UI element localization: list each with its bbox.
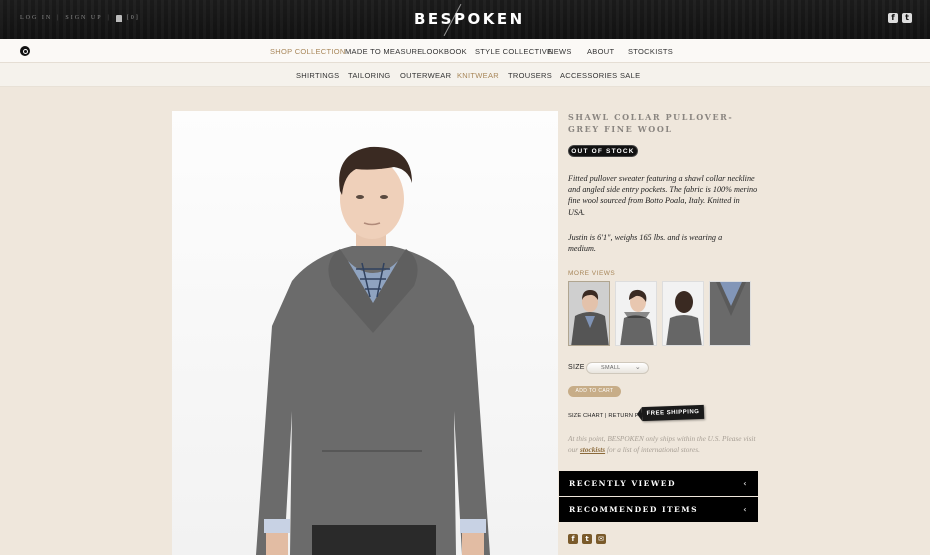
site-logo[interactable]: BESPOKEN (414, 10, 525, 28)
search-icon[interactable] (20, 46, 30, 56)
nav-item[interactable]: ABOUT (587, 47, 614, 56)
nav-item[interactable]: SALE (620, 71, 640, 80)
size-chart-link[interactable]: SIZE CHART (568, 413, 603, 419)
product-details: SHAWL COLLAR PULLOVER- GREY FINE WOOL OU… (568, 111, 758, 454)
email-icon[interactable]: ✉ (596, 534, 606, 544)
nav-item[interactable]: TAILORING (348, 71, 391, 80)
nav-item[interactable]: MADE TO MEASURE (345, 47, 423, 56)
product-title: SHAWL COLLAR PULLOVER- GREY FINE WOOL (568, 112, 734, 134)
nav-item[interactable]: NEWS (548, 47, 572, 56)
separator: | (57, 14, 61, 21)
social-share: f t ✉ (568, 534, 606, 544)
chevron-down-icon: ⌄ (634, 364, 641, 371)
size-select[interactable]: SMALL ⌄ (586, 362, 649, 374)
top-bar: LOG IN | SIGN UP | [0] BESPOKEN f t (0, 0, 930, 39)
twitter-icon[interactable]: t (582, 534, 592, 544)
free-shipping-badge: FREE SHIPPING (641, 404, 705, 422)
facebook-icon[interactable]: f (888, 13, 898, 23)
add-to-cart-button[interactable]: ADD TO CART (568, 386, 621, 397)
link-separator: | (604, 413, 607, 419)
nav-item[interactable]: STYLE COLLECTIVE (475, 47, 552, 56)
secondary-nav: SHIRTINGS TAILORING OUTERWEAR KNITWEAR TROUS… (0, 63, 930, 87)
twitter-icon[interactable]: t (902, 13, 912, 23)
shopping-bag-icon[interactable] (115, 15, 122, 22)
facebook-icon[interactable]: f (568, 534, 578, 544)
account-links: LOG IN | SIGN UP | [0] (20, 14, 140, 22)
nav-item[interactable]: OUTERWEAR (400, 71, 451, 80)
thumbnail-back[interactable] (662, 281, 704, 346)
shipping-note-text-end: for a list of international stores. (605, 445, 700, 454)
nav-item[interactable]: ACCESSORIES (560, 71, 617, 80)
signup-link[interactable]: SIGN UP (65, 15, 102, 21)
product-description: Fitted pullover sweater featuring a shaw… (568, 174, 758, 217)
login-link[interactable]: LOG IN (20, 15, 52, 21)
thumbnail-front[interactable] (568, 281, 610, 346)
primary-nav: SHOP COLLECTION MADE TO MEASURE LOOKBOOK ST… (0, 39, 930, 63)
recommended-items-accordion[interactable]: RECOMMENDED ITEMS ‹ (559, 497, 758, 522)
cart-count[interactable]: [0] (127, 15, 140, 21)
recently-viewed-accordion[interactable]: RECENTLY VIEWED ‹ (559, 471, 758, 496)
social-links-top: f t (888, 13, 912, 23)
thumbnail-detail[interactable] (709, 281, 751, 346)
separator: | (107, 14, 111, 21)
stockists-link[interactable]: stockists (580, 445, 605, 454)
nav-item[interactable]: TROUSERS (508, 71, 552, 80)
recently-viewed-label: RECENTLY VIEWED (569, 479, 677, 488)
shipping-note: At this point, BESPOKEN only ships withi… (568, 433, 758, 455)
product-image (172, 111, 558, 555)
chevron-left-icon: ‹ (743, 505, 748, 514)
thumbnail-side[interactable] (615, 281, 657, 346)
nav-item[interactable]: LOOKBOOK (422, 47, 467, 56)
model-illustration (256, 146, 490, 555)
thumbnail-gallery (568, 281, 751, 346)
nav-item[interactable]: SHOP COLLECTION (270, 47, 346, 56)
nav-item[interactable]: KNITWEAR (457, 71, 499, 80)
chevron-left-icon: ‹ (743, 479, 748, 488)
size-label: SIZE (568, 364, 585, 371)
size-select-value: SMALL (601, 365, 621, 371)
fit-note: Justin is 6'1", weighs 165 lbs. and is w… (568, 233, 723, 254)
nav-item[interactable]: SHIRTINGS (296, 71, 339, 80)
recommended-items-label: RECOMMENDED ITEMS (569, 505, 698, 514)
nav-item[interactable]: STOCKISTS (628, 47, 673, 56)
stock-badge: OUT OF STOCK (568, 145, 638, 157)
more-views-label: MORE VIEWS (568, 270, 616, 277)
